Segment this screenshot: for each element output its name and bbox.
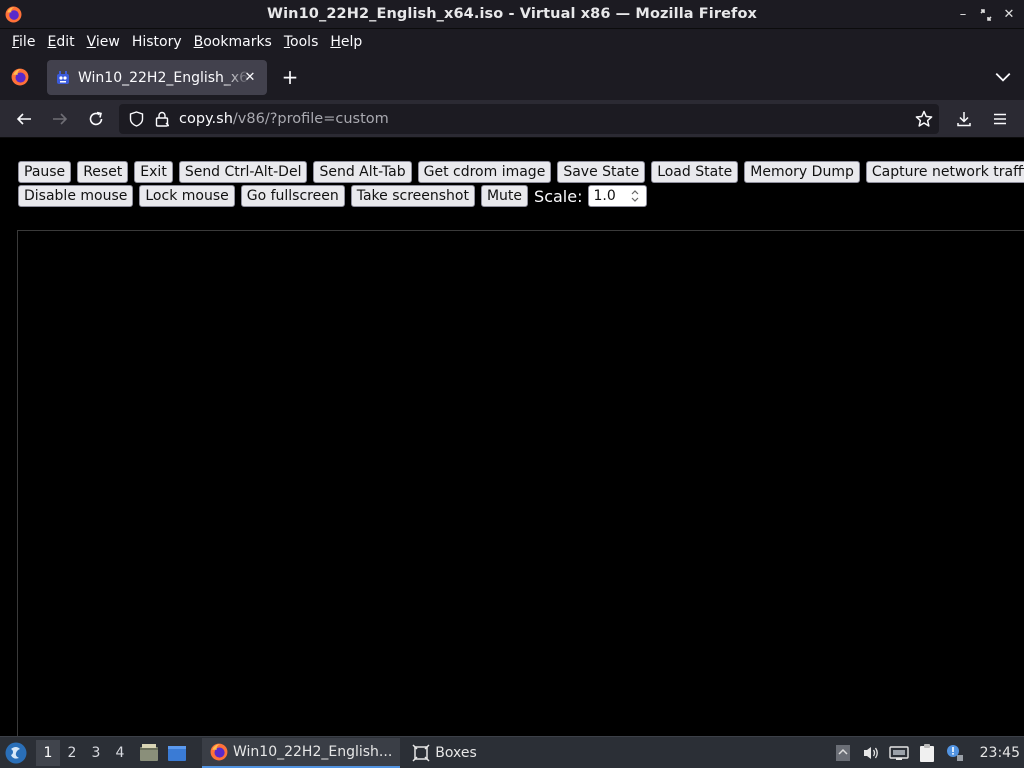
notification-icon[interactable] xyxy=(944,742,966,764)
navigation-bar: copy.sh/v86/?profile=custom xyxy=(0,100,1024,138)
boxes-icon xyxy=(412,743,430,762)
scale-label: Scale: xyxy=(534,186,583,206)
bookmark-star-icon[interactable] xyxy=(915,110,933,128)
emulator-screen[interactable] xyxy=(17,230,1024,740)
chevron-down-icon[interactable] xyxy=(994,68,1012,86)
menu-history[interactable]: History xyxy=(126,34,188,50)
minimize-icon[interactable]: – xyxy=(954,6,972,24)
firefox-view-icon[interactable] xyxy=(11,68,29,86)
volume-icon[interactable] xyxy=(860,742,882,764)
hamburger-menu-icon[interactable] xyxy=(990,109,1010,129)
tray-arrow-icon[interactable] xyxy=(832,742,854,764)
start-menu-icon[interactable] xyxy=(4,741,28,765)
take-screenshot-button[interactable]: Take screenshot xyxy=(350,185,475,207)
window-title: Win10_22H2_English_x64.iso - Virtual x86… xyxy=(267,6,757,22)
window-controls: – ✕ xyxy=(954,0,1018,29)
reset-button[interactable]: Reset xyxy=(77,161,129,183)
pause-button[interactable]: Pause xyxy=(18,161,72,183)
toolbar-row-1: Pause Reset Exit Send Ctrl-Alt-Del Send … xyxy=(18,160,1024,184)
downloads-icon[interactable] xyxy=(954,109,974,129)
clock[interactable]: 23:45 xyxy=(980,745,1020,761)
scale-input[interactable]: 1.0 xyxy=(588,185,648,207)
go-fullscreen-button[interactable]: Go fullscreen xyxy=(240,185,345,207)
capture-network-traffic-button[interactable]: Capture network traffic xyxy=(865,161,1024,183)
file-manager-icon[interactable] xyxy=(138,742,160,764)
network-icon[interactable] xyxy=(888,742,910,764)
disable-mouse-button[interactable]: Disable mouse xyxy=(18,185,134,207)
menu-view[interactable]: View xyxy=(81,34,126,50)
new-tab-icon[interactable]: + xyxy=(280,67,300,88)
menu-edit[interactable]: Edit xyxy=(41,34,80,50)
restore-icon[interactable] xyxy=(977,6,995,24)
v86-favicon-icon xyxy=(57,70,69,84)
window-titlebar: Win10_22H2_English_x64.iso - Virtual x86… xyxy=(0,0,1024,29)
close-icon[interactable]: ✕ xyxy=(1000,6,1018,24)
toolbar-row-2: Disable mouse Lock mouse Go fullscreen T… xyxy=(18,184,1018,208)
menu-tools[interactable]: Tools xyxy=(278,34,325,50)
workspace-2[interactable]: 2 xyxy=(60,740,84,766)
menu-file[interactable]: File xyxy=(6,34,41,50)
taskbar: 1 2 3 4 Win10_22H2_English... Boxes 23:4… xyxy=(0,736,1024,768)
workspace-4[interactable]: 4 xyxy=(108,740,132,766)
exit-button[interactable]: Exit xyxy=(134,161,173,183)
scale-value: 1.0 xyxy=(593,188,616,204)
memory-dump-button[interactable]: Memory Dump xyxy=(744,161,860,183)
url-text: copy.sh/v86/?profile=custom xyxy=(179,111,389,127)
forward-icon[interactable] xyxy=(50,109,70,129)
url-bar[interactable]: copy.sh/v86/?profile=custom xyxy=(119,104,939,134)
lock-icon[interactable] xyxy=(153,110,171,128)
reload-icon[interactable] xyxy=(86,109,106,129)
tab-bar: Win10_22H2_English_x64.iso - Virtual x86… xyxy=(0,54,1024,100)
mute-button[interactable]: Mute xyxy=(480,185,529,207)
menu-bookmarks[interactable]: Bookmarks xyxy=(188,34,278,50)
spinner-arrows-icon[interactable] xyxy=(630,188,640,204)
firefox-icon xyxy=(5,6,22,23)
firefox-icon xyxy=(210,743,228,760)
send-alt-tab-button[interactable]: Send Alt-Tab xyxy=(313,161,412,183)
back-icon[interactable] xyxy=(14,109,34,129)
get-cdrom-image-button[interactable]: Get cdrom image xyxy=(417,161,552,183)
lock-mouse-button[interactable]: Lock mouse xyxy=(139,185,235,207)
menu-bar: File Edit View History Bookmarks Tools H… xyxy=(0,29,1024,54)
page-content: Pause Reset Exit Send Ctrl-Alt-Del Send … xyxy=(0,138,1024,740)
taskbar-firefox-label: Win10_22H2_English... xyxy=(233,743,393,760)
send-ctrl-alt-del-button[interactable]: Send Ctrl-Alt-Del xyxy=(178,161,308,183)
desktop-icon[interactable] xyxy=(166,742,188,764)
save-state-button[interactable]: Save State xyxy=(557,161,646,183)
clipboard-icon[interactable] xyxy=(916,742,938,764)
system-tray: 23:45 xyxy=(832,737,1024,768)
emulator-toolbar: Pause Reset Exit Send Ctrl-Alt-Del Send … xyxy=(18,160,1024,208)
shield-icon[interactable] xyxy=(127,110,145,128)
tab-close-icon[interactable]: ✕ xyxy=(242,69,258,85)
tab-label: Win10_22H2_English_x64.iso - Virtual x86 xyxy=(78,69,250,86)
tab-active[interactable]: Win10_22H2_English_x64.iso - Virtual x86… xyxy=(47,60,267,95)
taskbar-boxes-label: Boxes xyxy=(435,744,477,761)
workspace-3[interactable]: 3 xyxy=(84,740,108,766)
taskbar-boxes[interactable]: Boxes xyxy=(404,738,485,768)
load-state-button[interactable]: Load State xyxy=(651,161,739,183)
menu-help[interactable]: Help xyxy=(324,34,368,50)
taskbar-firefox[interactable]: Win10_22H2_English... xyxy=(202,737,401,768)
workspace-1[interactable]: 1 xyxy=(36,739,60,766)
